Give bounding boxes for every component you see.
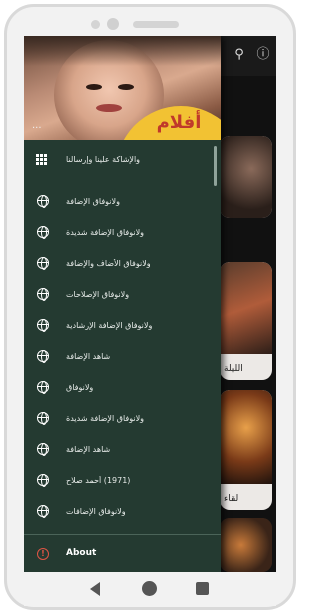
menu-item-label: والإشاكة علينا وإرسالنا	[66, 154, 141, 164]
divider	[24, 534, 221, 535]
header-photo-eye	[86, 84, 102, 90]
menu-item[interactable]: ولانوفاق الإضافات	[24, 496, 221, 526]
header-photo-lips	[96, 104, 122, 112]
home-icon[interactable]	[142, 581, 157, 596]
menu-item[interactable]: ولانوفاق الإصلاحات	[24, 279, 221, 309]
movie-title: الليلة	[224, 364, 243, 374]
navigation-drawer: ... أفلام والإشاكة علينا وإرسالنا ولانوف…	[24, 36, 221, 572]
recent-apps-icon[interactable]	[196, 582, 209, 595]
back-icon[interactable]	[90, 582, 100, 596]
menu-item[interactable]: ولانوفاق الأضاف والإضافة	[24, 248, 221, 278]
about-menu-item[interactable]: About	[66, 548, 96, 558]
app-logo-text: أفلام	[156, 112, 202, 133]
header-photo-eye	[118, 84, 134, 90]
menu-item-label: ولانوفاق الإضافة شديدة	[66, 227, 144, 237]
grid-icon	[36, 153, 49, 165]
globe-icon	[37, 195, 49, 208]
info-icon: !	[37, 548, 49, 560]
speaker	[133, 21, 179, 28]
movie-poster	[220, 262, 272, 354]
globe-icon	[37, 505, 49, 518]
globe-icon	[37, 257, 49, 270]
menu-item-label: ولانوفاق الإضافة الإرشادية	[66, 320, 153, 330]
menu-item-categories[interactable]: والإشاكة علينا وإرسالنا	[24, 144, 221, 174]
sensor-dot	[91, 20, 100, 29]
menu-item[interactable]: ولانوفاق الإضافة شديدة	[24, 403, 221, 433]
menu-item-label: ولانوفاق الإضافة شديدة	[66, 413, 144, 423]
globe-icon	[37, 319, 49, 332]
movie-poster	[220, 518, 272, 572]
app-screen: ⚲ ⓘ الليلة لقاء ... أفلام والإشاكة علينا…	[24, 36, 276, 572]
menu-item[interactable]: شاهد الإضافة	[24, 341, 221, 371]
menu-item[interactable]: ولانوفاق الإضافة الإرشادية	[24, 310, 221, 340]
movie-card[interactable]: لقاء	[220, 390, 272, 510]
movie-poster	[220, 390, 272, 484]
menu-item-label: شاهد الإضافة	[66, 444, 111, 454]
movie-card[interactable]: الليلة	[220, 262, 272, 380]
globe-icon	[37, 226, 49, 239]
menu-item-label: شاهد الإضافة	[66, 351, 111, 361]
system-nav-bar	[24, 572, 276, 606]
menu-item[interactable]: شاهد الإضافة	[24, 434, 221, 464]
drawer-scrollbar[interactable]	[214, 146, 217, 186]
info-icon[interactable]: ⓘ	[254, 46, 272, 64]
menu-item-label: ولانوفاق	[66, 382, 94, 392]
menu-item[interactable]: ولانوفاق	[24, 372, 221, 402]
search-icon[interactable]: ⚲	[230, 46, 248, 64]
movie-title: لقاء	[224, 494, 239, 504]
header-photo-shade	[24, 36, 221, 66]
movie-poster	[220, 136, 272, 218]
globe-icon	[37, 412, 49, 425]
globe-icon	[37, 288, 49, 301]
globe-icon	[37, 350, 49, 363]
movie-card[interactable]	[220, 518, 272, 572]
menu-item[interactable]: ولانوفاق الإضافة شديدة	[24, 217, 221, 247]
drawer-header: ... أفلام	[24, 36, 221, 140]
camera	[107, 18, 119, 30]
menu-item-label: ولانوفاق الأضاف والإضافة	[66, 258, 151, 268]
menu-item[interactable]: ولانوفاق الإضافة	[24, 186, 221, 216]
menu-item[interactable]: (1971) أحمد صلاح	[24, 465, 221, 495]
menu-item-label: ولانوفاق الإضافات	[66, 506, 126, 516]
movie-card[interactable]	[220, 136, 272, 218]
header-dots: ...	[32, 120, 42, 131]
menu-item-label: (1971) أحمد صلاح	[66, 475, 131, 485]
menu-item-label: ولانوفاق الإضافة	[66, 196, 120, 206]
menu-item-label: ولانوفاق الإصلاحات	[66, 289, 130, 299]
globe-icon	[37, 443, 49, 456]
globe-icon	[37, 474, 49, 487]
globe-icon	[37, 381, 49, 394]
